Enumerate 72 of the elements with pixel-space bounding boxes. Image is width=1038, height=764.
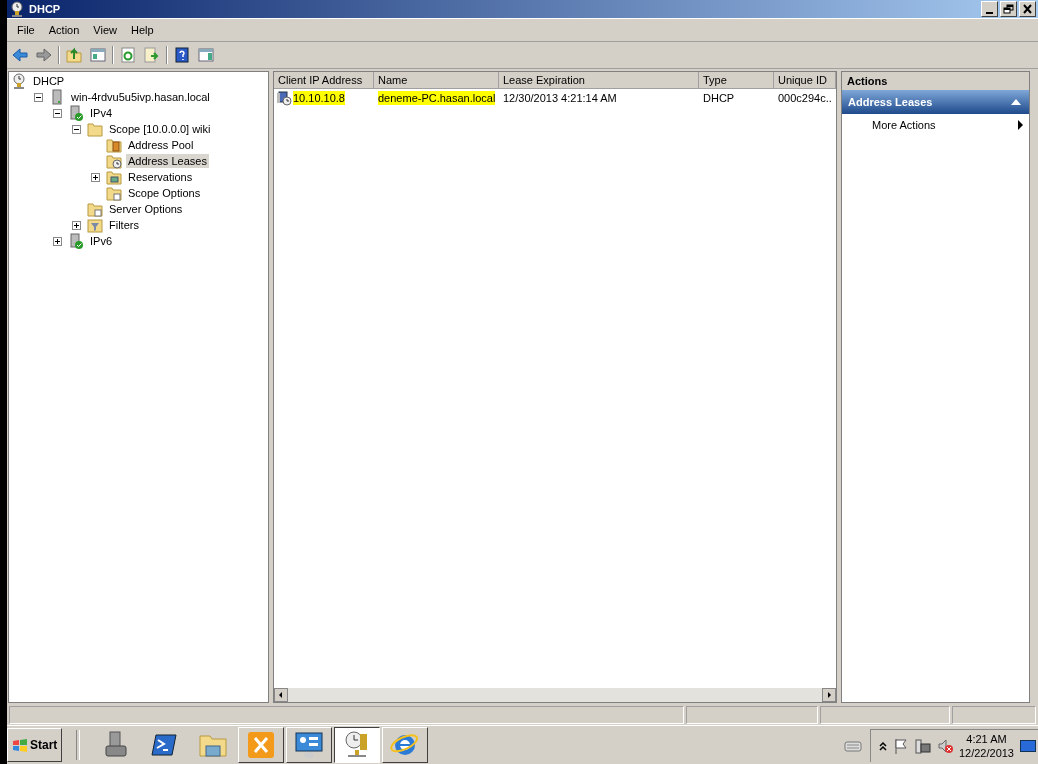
column-header[interactable]: Type [699, 72, 774, 89]
folder-book-icon [106, 137, 122, 153]
x-tile-icon [246, 730, 277, 760]
tree-item[interactable]: Scope [10.0.0.0] wiki [107, 122, 213, 136]
server-check-icon [68, 105, 84, 121]
submenu-arrow-icon [1018, 120, 1023, 130]
column-header[interactable]: Name [374, 72, 499, 89]
actions-header: Actions [842, 72, 1029, 90]
folder-clock-icon [106, 153, 122, 169]
tree-item[interactable]: DHCP [31, 74, 67, 88]
column-header[interactable]: Lease Expiration [499, 72, 699, 89]
tree-item[interactable]: Reservations [126, 170, 195, 184]
tree-item[interactable]: win-4rdvu5u5ivp.hasan.local [69, 90, 212, 104]
table-cell: 10.10.10.8 [293, 91, 345, 105]
flag-icon[interactable] [892, 737, 909, 754]
folder-up-icon[interactable] [64, 45, 84, 65]
window-title: DHCP [29, 3, 62, 15]
windows-logo-icon [12, 738, 28, 752]
collapse-icon[interactable] [34, 92, 43, 102]
taskbar-button[interactable] [334, 727, 381, 763]
scroll-left-button[interactable] [274, 688, 288, 702]
lease-computer-icon [276, 90, 292, 106]
help-icon[interactable] [172, 45, 192, 65]
server-icon [49, 89, 65, 105]
speaker-muted-icon[interactable] [936, 737, 953, 754]
network-icon[interactable] [914, 737, 931, 754]
folder-list-icon [106, 185, 122, 201]
show-desktop-icon[interactable] [1020, 739, 1036, 752]
menu-item[interactable]: Help [123, 24, 161, 36]
column-header[interactable]: Client IP Address [274, 72, 374, 89]
start-button[interactable]: Start [7, 728, 63, 762]
collapse-icon[interactable] [72, 124, 81, 134]
back-arrow-icon[interactable] [10, 45, 30, 65]
clock-server-icon [9, 1, 25, 17]
chevron-up-icon[interactable] [878, 740, 887, 751]
refresh-icon[interactable] [118, 45, 138, 65]
server-check-icon [68, 233, 84, 249]
funnel-icon [87, 217, 103, 233]
folder-list-icon [87, 201, 103, 217]
folder-icon [87, 121, 103, 137]
control-panel-icon [294, 730, 325, 760]
horizontal-scrollbar[interactable] [274, 688, 836, 702]
table-cell: deneme-PC.hasan.local [378, 91, 496, 105]
tree-item[interactable]: Address Leases [126, 154, 209, 168]
restore-button[interactable] [1000, 1, 1017, 17]
tree-item[interactable]: Address Pool [126, 138, 196, 152]
column-header[interactable]: Unique ID [774, 72, 836, 89]
tree-item[interactable]: Scope Options [126, 186, 203, 200]
collapse-arrow-icon[interactable] [1011, 99, 1021, 105]
tree-item[interactable]: Server Options [107, 202, 185, 216]
actions-section-header[interactable]: Address Leases [842, 90, 1029, 114]
show-pane-icon[interactable] [88, 45, 108, 65]
table-cell: 000c294c.. [778, 91, 832, 105]
action-link[interactable]: More Actions [842, 114, 1029, 136]
tree-item[interactable]: Filters [107, 218, 141, 232]
tree-item[interactable]: IPv4 [88, 106, 114, 120]
tree-item[interactable]: IPv6 [88, 234, 114, 248]
folder-grid-icon [106, 169, 122, 185]
collapse-icon[interactable] [53, 108, 62, 118]
expand-icon[interactable] [53, 236, 62, 246]
menu-item[interactable]: Action [41, 24, 87, 36]
scroll-right-button[interactable] [822, 688, 836, 702]
expand-icon[interactable] [91, 172, 100, 182]
minimize-button[interactable] [981, 1, 998, 17]
clock[interactable]: 4:21 AM 12/22/2013 [958, 731, 1014, 760]
table-cell: 12/30/2013 4:21:14 AM [503, 91, 617, 105]
table-cell: DHCP [703, 91, 735, 105]
forward-arrow-icon[interactable] [34, 45, 54, 65]
menu-item[interactable]: File [10, 24, 42, 36]
close-button[interactable] [1019, 1, 1036, 17]
expand-icon[interactable] [72, 220, 81, 230]
menu-item[interactable]: View [86, 24, 124, 36]
